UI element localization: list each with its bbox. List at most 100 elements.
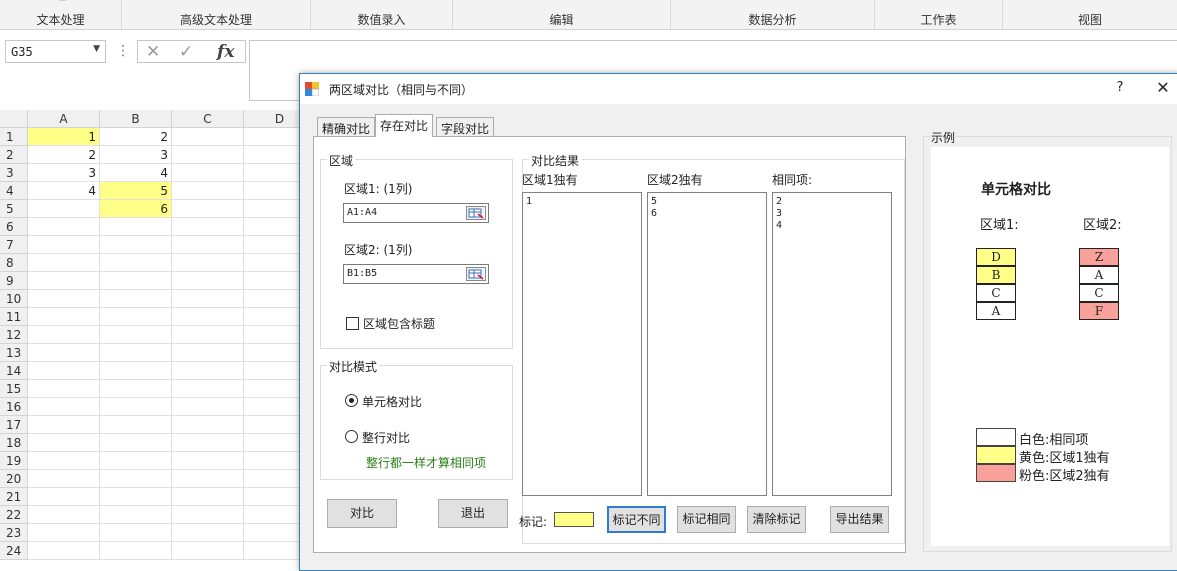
list-item[interactable]: 6	[648, 208, 766, 220]
column-header[interactable]: B	[100, 110, 172, 128]
grid-cell[interactable]	[28, 218, 100, 236]
close-button[interactable]: ✕	[1153, 78, 1173, 98]
grid-cell[interactable]	[28, 272, 100, 290]
row-header[interactable]: 21	[0, 488, 28, 506]
list-item[interactable]: 3	[773, 208, 891, 220]
export-results-button[interactable]: 导出结果	[830, 506, 889, 533]
row-header[interactable]: 8	[0, 254, 28, 272]
grid-cell[interactable]	[172, 308, 244, 326]
grid-cell[interactable]	[100, 416, 172, 434]
clear-marks-button[interactable]: 清除标记	[747, 506, 806, 533]
compare-button[interactable]: 对比	[327, 499, 397, 528]
grid-cell[interactable]: 4	[100, 164, 172, 182]
grid-cell[interactable]: 4	[28, 182, 100, 200]
name-box[interactable]: G35 ▼	[5, 40, 106, 63]
mark-color-swatch[interactable]	[554, 512, 594, 527]
ribbon-group-edit[interactable]: 编辑	[453, 0, 671, 30]
row-header[interactable]: 15	[0, 380, 28, 398]
grid-cell[interactable]	[172, 236, 244, 254]
tab-exact-compare[interactable]: 精确对比	[317, 117, 376, 137]
row-header[interactable]: 10	[0, 290, 28, 308]
grid-cell[interactable]: 2	[100, 128, 172, 146]
grid-cell[interactable]	[172, 542, 244, 560]
grid-cell[interactable]	[28, 434, 100, 452]
grid-cell[interactable]	[100, 272, 172, 290]
grid-cell[interactable]	[172, 524, 244, 542]
column-header[interactable]: C	[172, 110, 244, 128]
list-item[interactable]: 1	[523, 196, 641, 208]
grid-cell[interactable]	[100, 470, 172, 488]
grid-cell[interactable]	[172, 380, 244, 398]
row-header[interactable]: 24	[0, 542, 28, 560]
row-header[interactable]: 22	[0, 506, 28, 524]
grid-cell[interactable]	[28, 308, 100, 326]
grid-cell[interactable]	[28, 236, 100, 254]
grid-cell[interactable]	[100, 236, 172, 254]
list-item[interactable]: 2	[773, 196, 891, 208]
list-item[interactable]: 5	[648, 196, 766, 208]
list-item[interactable]: 4	[773, 220, 891, 232]
mark-same-button[interactable]: 标记相同	[677, 506, 736, 533]
row-header[interactable]: 17	[0, 416, 28, 434]
ribbon-group-numeric-input[interactable]: 数值录入	[311, 0, 453, 30]
row-compare-label[interactable]: 整行对比	[362, 429, 410, 446]
grid-cell[interactable]: 1	[28, 128, 100, 146]
row-header[interactable]: 9	[0, 272, 28, 290]
cell-compare-label[interactable]: 单元格对比	[362, 393, 422, 410]
row-header[interactable]: 2	[0, 146, 28, 164]
grid-cell[interactable]: 3	[28, 164, 100, 182]
chevron-down-icon[interactable]: ▼	[93, 44, 100, 54]
row-header[interactable]: 7	[0, 236, 28, 254]
tab-field-compare[interactable]: 字段对比	[436, 117, 495, 137]
help-button[interactable]: ?	[1112, 80, 1128, 98]
ribbon-group-worksheet[interactable]: 工作表	[875, 0, 1003, 30]
grid-cell[interactable]	[172, 470, 244, 488]
grid-cell[interactable]	[28, 488, 100, 506]
grid-cell[interactable]	[172, 272, 244, 290]
row-header[interactable]: 16	[0, 398, 28, 416]
grid-cell[interactable]	[28, 380, 100, 398]
grid-cell[interactable]	[28, 200, 100, 218]
include-header-checkbox[interactable]	[346, 317, 359, 330]
grid-cell[interactable]	[28, 452, 100, 470]
grid-cell[interactable]	[100, 290, 172, 308]
grid-cell[interactable]	[28, 470, 100, 488]
grid-cell[interactable]: 3	[100, 146, 172, 164]
ribbon-group-view[interactable]: 视图	[1003, 0, 1177, 30]
region2-input[interactable]: B1:B5	[343, 264, 489, 284]
select-all-corner[interactable]	[0, 110, 28, 128]
grid-cell[interactable]	[100, 308, 172, 326]
grid-cell[interactable]	[172, 434, 244, 452]
grid-cell[interactable]	[28, 506, 100, 524]
check-icon[interactable]: ✓	[179, 42, 193, 62]
tab-existence-compare[interactable]: 存在对比	[375, 114, 434, 137]
grid-cell[interactable]: 6	[100, 200, 172, 218]
grid-cell[interactable]	[28, 362, 100, 380]
exit-button[interactable]: 退出	[438, 499, 508, 528]
grid-cell[interactable]	[172, 452, 244, 470]
grid-cell[interactable]	[100, 218, 172, 236]
ribbon-group-data-analysis[interactable]: 数据分析	[671, 0, 875, 30]
grid-cell[interactable]	[100, 326, 172, 344]
grid-cell[interactable]	[172, 146, 244, 164]
grid-cell[interactable]	[100, 524, 172, 542]
grid-cell[interactable]	[100, 380, 172, 398]
row-header[interactable]: 14	[0, 362, 28, 380]
close-icon[interactable]: ✕	[146, 42, 160, 62]
grid-cell[interactable]	[28, 524, 100, 542]
grid-cell[interactable]	[28, 254, 100, 272]
region1-input[interactable]: A1:A4	[343, 203, 489, 223]
region2-only-list[interactable]: 56	[647, 192, 767, 496]
grid-cell[interactable]	[172, 182, 244, 200]
grid-cell[interactable]	[172, 344, 244, 362]
cell-compare-radio[interactable]	[345, 394, 358, 407]
region1-only-list[interactable]: 1	[522, 192, 642, 496]
grid-cell[interactable]	[172, 164, 244, 182]
grid-cell[interactable]	[100, 344, 172, 362]
insert-function-icon[interactable]: fx	[217, 42, 234, 62]
grid-cell[interactable]	[28, 326, 100, 344]
row-header[interactable]: 13	[0, 344, 28, 362]
grid-cell[interactable]	[28, 344, 100, 362]
grid-cell[interactable]	[100, 362, 172, 380]
grid-cell[interactable]	[172, 488, 244, 506]
